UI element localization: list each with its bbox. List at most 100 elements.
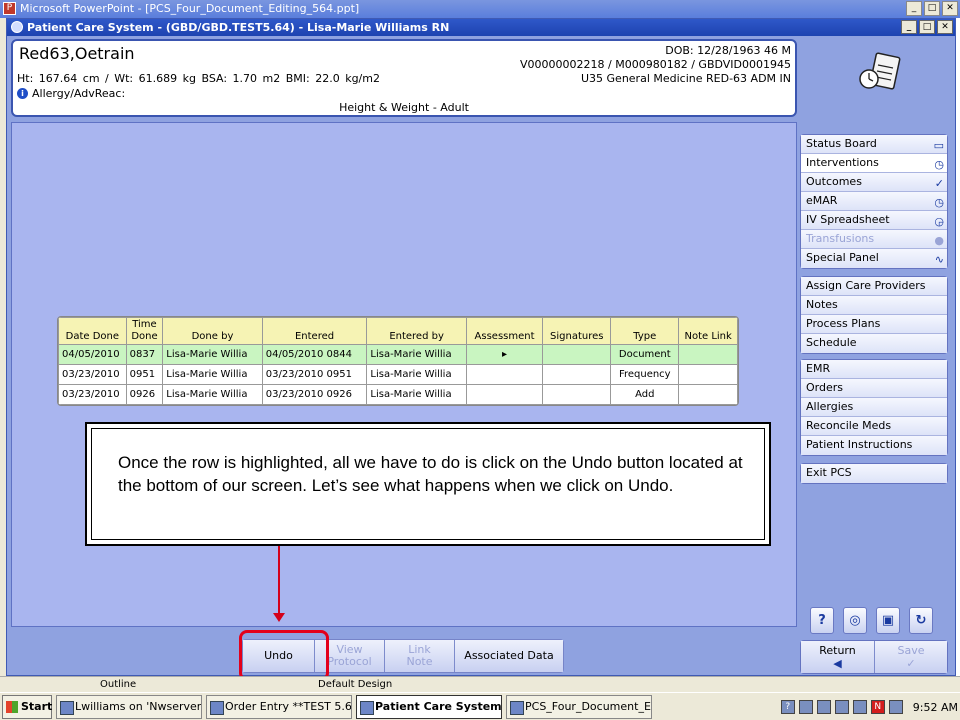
antivirus-tray-icon[interactable]: N xyxy=(870,700,885,714)
powerpoint-title: Microsoft PowerPoint - [PCS_Four_Documen… xyxy=(20,2,360,15)
cell-note-link[interactable] xyxy=(678,384,738,405)
cell-date: 03/23/2010 xyxy=(58,384,127,405)
cell-assessment[interactable] xyxy=(465,384,544,405)
system-tray: ? N 9:52 AM xyxy=(738,695,958,719)
cell-note-link[interactable] xyxy=(678,344,738,365)
cell-assessment[interactable]: ▸ xyxy=(465,344,544,365)
cell-signatures xyxy=(542,344,612,365)
refresh-icon[interactable]: ↻ xyxy=(909,607,933,634)
nav-item-exit-pcs[interactable]: Exit PCS xyxy=(801,464,947,483)
nav-item-emar[interactable]: eMAR ◷ xyxy=(801,192,947,211)
cell-type: Frequency xyxy=(610,364,680,385)
cell-entered: 03/23/2010 0926 xyxy=(261,384,368,405)
display-tray-icon[interactable] xyxy=(888,700,903,714)
cell-entered-by: Lisa-Marie Willia xyxy=(366,384,467,405)
nav-item-notes[interactable]: Notes xyxy=(801,296,947,315)
utility-buttons: ? ◎ ▣ ↻ xyxy=(810,607,933,634)
pcs-app-icon xyxy=(11,21,23,33)
nav-item-transfusions[interactable]: Transfusions ● xyxy=(801,230,947,249)
link-note-button[interactable]: Link Note xyxy=(385,640,455,672)
nav-item-interventions[interactable]: Interventions ◷ xyxy=(801,154,947,173)
cell-entered: 04/05/2010 0844 xyxy=(261,344,368,365)
maximize-icon[interactable]: □ xyxy=(924,1,940,16)
windows-taskbar: Start Lwilliams on 'Nwserver2\... Order … xyxy=(0,692,960,720)
restore-icon[interactable]: □ xyxy=(919,20,935,34)
minimize-icon[interactable]: _ xyxy=(901,20,917,34)
nav-item-emr[interactable]: EMR xyxy=(801,360,947,379)
powerpoint-status-bar: Outline Default Design xyxy=(0,676,960,692)
save-button[interactable]: Save ✓ xyxy=(874,641,947,673)
info-icon[interactable]: i xyxy=(17,88,28,99)
table-row[interactable]: 03/23/2010 0926 Lisa-Marie Willia 03/23/… xyxy=(58,384,738,405)
nav-item-status-board[interactable]: Status Board ▭ xyxy=(801,135,947,154)
nav-item-process-plans[interactable]: Process Plans xyxy=(801,315,947,334)
nav-item-iv-spreadsheet[interactable]: IV Spreadsheet ◶ xyxy=(801,211,947,230)
nav-item-orders[interactable]: Orders xyxy=(801,379,947,398)
status-outline[interactable]: Outline xyxy=(100,677,136,692)
column-header[interactable]: Signatures xyxy=(542,317,612,345)
column-header[interactable]: Entered by xyxy=(366,317,467,345)
minimize-icon[interactable]: _ xyxy=(906,1,922,16)
tools-tray-icon[interactable] xyxy=(834,700,849,714)
help-tray-icon[interactable]: ? xyxy=(780,700,795,714)
search-globe-icon[interactable]: ◎ xyxy=(843,607,867,634)
cell-type: Document xyxy=(610,344,680,365)
tutorial-callout: Once the row is highlighted, all we have… xyxy=(85,422,771,546)
powerpoint-window-controls: _ □ ✕ xyxy=(906,1,958,16)
nav-item-reconcile-meds[interactable]: Reconcile Meds xyxy=(801,417,947,436)
allergy-label: Allergy/AdvReac: xyxy=(32,87,126,100)
column-header[interactable]: Date Done xyxy=(58,317,127,345)
hand-tray-icon[interactable] xyxy=(816,700,831,714)
patient-header: Red63,Oetrain Ht: 167.64 cm / Wt: 61.689… xyxy=(11,39,797,117)
checkmark-icon: ✓ xyxy=(906,657,916,670)
cell-note-link[interactable] xyxy=(678,364,738,385)
cell-entered-by: Lisa-Marie Willia xyxy=(366,344,467,365)
powerpoint-titlebar: P Microsoft PowerPoint - [PCS_Four_Docum… xyxy=(0,0,960,18)
nav-item-allergies[interactable]: Allergies xyxy=(801,398,947,417)
patient-location: U35 General Medicine RED-63 ADM IN xyxy=(580,72,791,85)
network-tray-icon[interactable] xyxy=(798,700,813,714)
nav-item-schedule[interactable]: Schedule xyxy=(801,334,947,353)
column-header[interactable]: Entered xyxy=(261,317,368,345)
clock-icon: ◷ xyxy=(934,158,944,171)
taskbar-item-powerpoint[interactable]: PCS_Four_Document_Ed... xyxy=(506,694,652,719)
close-icon[interactable]: ✕ xyxy=(942,1,958,16)
nav-item-patient-instructions[interactable]: Patient Instructions xyxy=(801,436,947,455)
nav-label: Interventions xyxy=(806,156,879,169)
column-header[interactable]: Assessment xyxy=(465,317,544,345)
cell-done-by: Lisa-Marie Willia xyxy=(162,344,263,365)
table-row[interactable]: 03/23/2010 0951 Lisa-Marie Willia 03/23/… xyxy=(58,364,738,385)
cell-time: 0951 xyxy=(125,364,164,385)
column-header[interactable]: Type xyxy=(610,317,680,345)
grid-header-row: Date Done Time Done Done by Entered Ente… xyxy=(58,317,738,345)
taskbar-item-patient-care-system[interactable]: Patient Care System ... xyxy=(356,694,502,719)
associated-data-button[interactable]: Associated Data xyxy=(455,640,563,672)
status-design: Default Design xyxy=(318,679,393,690)
return-save-group: Return ◀ Save ✓ xyxy=(800,640,948,674)
cell-time: 0837 xyxy=(125,344,164,365)
table-row-selected[interactable]: 04/05/2010 0837 Lisa-Marie Willia 04/05/… xyxy=(58,344,738,365)
patient-vitals: Ht: 167.64 cm / Wt: 61.689 kg BSA: 1.70 … xyxy=(17,72,380,85)
screen-title: Height & Weight - Adult xyxy=(339,101,469,114)
help-icon[interactable]: ? xyxy=(810,607,834,634)
nav-group-records: EMR Orders Allergies Reconcile Meds Pati… xyxy=(800,359,948,456)
blood-drop-icon: ● xyxy=(934,234,944,247)
column-header[interactable]: Done by xyxy=(162,317,263,345)
lock-icon[interactable]: ▣ xyxy=(876,607,900,634)
pcs-titlebar: Patient Care System - (GBD/GBD.TEST5.64)… xyxy=(7,19,955,36)
column-header[interactable]: Time Done xyxy=(125,317,164,345)
cell-done-by: Lisa-Marie Willia xyxy=(162,364,263,385)
close-icon[interactable]: ✕ xyxy=(937,20,953,34)
nav-item-outcomes[interactable]: Outcomes ✓ xyxy=(801,173,947,192)
nav-item-special-panel[interactable]: Special Panel ∿ xyxy=(801,249,947,268)
cell-done-by: Lisa-Marie Willia xyxy=(162,384,263,405)
return-button[interactable]: Return ◀ xyxy=(801,641,874,673)
shield-tray-icon[interactable] xyxy=(852,700,867,714)
taskbar-item-explorer[interactable]: Lwilliams on 'Nwserver2\... xyxy=(56,694,202,719)
documentation-grid: Date Done Time Done Done by Entered Ente… xyxy=(57,316,739,406)
column-header[interactable]: Note Link xyxy=(678,317,738,345)
cell-assessment[interactable] xyxy=(465,364,544,385)
start-button[interactable]: Start xyxy=(2,694,52,719)
nav-item-assign-care-providers[interactable]: Assign Care Providers xyxy=(801,277,947,296)
taskbar-item-order-entry[interactable]: Order Entry **TEST 5.6... xyxy=(206,694,352,719)
